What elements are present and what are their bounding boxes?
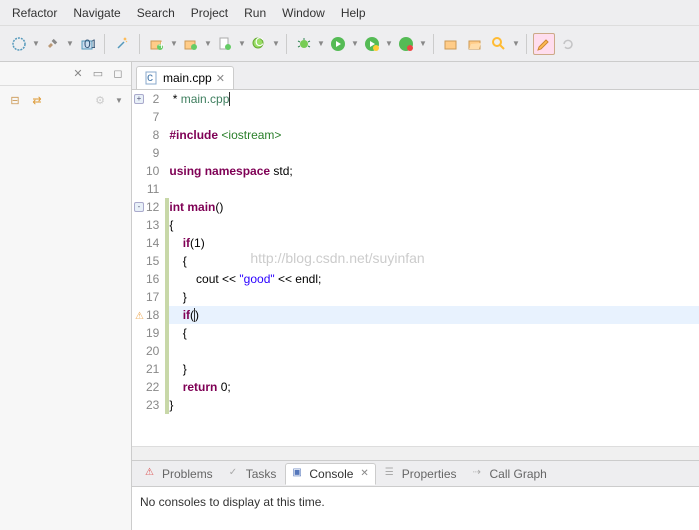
minimize-icon[interactable]: ▭ [91,67,105,81]
bottom-panel: ⚠Problems✓Tasks▣Console✕☰Properties⇢Call… [132,460,699,530]
bottom-tab-tasks[interactable]: ✓Tasks [222,463,284,485]
new-file-icon[interactable] [214,33,236,55]
close-icon[interactable]: ✕ [71,67,85,81]
open-icon[interactable] [464,33,486,55]
horizontal-scrollbar[interactable] [132,446,699,460]
restore-icon[interactable]: ◻ [111,67,125,81]
edit-icon[interactable] [533,33,555,55]
search-icon[interactable] [488,33,510,55]
console-content: No consoles to display at this time. [132,487,699,530]
bottom-tabs: ⚠Problems✓Tasks▣Console✕☰Properties⇢Call… [132,461,699,487]
menu-help[interactable]: Help [333,2,374,24]
svg-text:C: C [255,36,264,49]
menu-refactor[interactable]: Refactor [4,2,65,24]
cpp-file-icon: c [145,71,159,85]
profile-icon[interactable] [395,33,417,55]
target-icon[interactable]: 010 [76,33,98,55]
menu-search[interactable]: Search [129,2,183,24]
bottom-tab-properties[interactable]: ☰Properties [378,463,464,485]
svg-text:c: c [147,71,153,84]
menu-window[interactable]: Window [274,2,333,24]
code-editor[interactable]: 2+789101112-131415161718⚠1920212223 http… [132,90,699,446]
tab-close-icon[interactable]: ✕ [216,72,225,85]
svg-text:010: 010 [84,37,95,51]
new-folder-icon[interactable] [180,33,202,55]
refresh-icon[interactable] [557,33,579,55]
hammer-icon[interactable] [42,33,64,55]
new-package-icon[interactable] [440,33,462,55]
sidebar: ✕ ▭ ◻ ⊟ ⇄ ⚙ ▼ [0,62,132,530]
link-icon[interactable]: ⇄ [30,93,44,107]
bottom-tab-call-graph[interactable]: ⇢Call Graph [466,463,554,485]
wand-icon[interactable] [111,33,133,55]
menu-bar: RefactorNavigateSearchProjectRunWindowHe… [0,0,699,26]
run-last-icon[interactable] [361,33,383,55]
view-menu-icon[interactable]: ⚙ [93,93,107,107]
tab-label: main.cpp [163,71,212,85]
tab-main-cpp[interactable]: c main.cpp ✕ [136,66,234,89]
debug-icon[interactable] [293,33,315,55]
menu-run[interactable]: Run [236,2,274,24]
menu-project[interactable]: Project [183,2,236,24]
collapse-icon[interactable]: ⊟ [8,93,22,107]
run-icon[interactable] [327,33,349,55]
bottom-tab-console[interactable]: ▣Console✕ [285,463,375,485]
main-toolbar: ▼ ▼ 010 +▼ ▼ ▼ C▼ ▼ ▼ ▼ ▼ ▼ [0,26,699,62]
new-project-icon[interactable]: + [146,33,168,55]
bottom-tab-problems[interactable]: ⚠Problems [138,463,220,485]
editor-tabs: c main.cpp ✕ [132,62,699,90]
build-icon[interactable] [8,33,30,55]
new-class-icon[interactable]: C [248,33,270,55]
menu-navigate[interactable]: Navigate [65,2,128,24]
editor-area: c main.cpp ✕ 2+789101112-131415161718⚠19… [132,62,699,530]
svg-text:+: + [158,38,165,52]
